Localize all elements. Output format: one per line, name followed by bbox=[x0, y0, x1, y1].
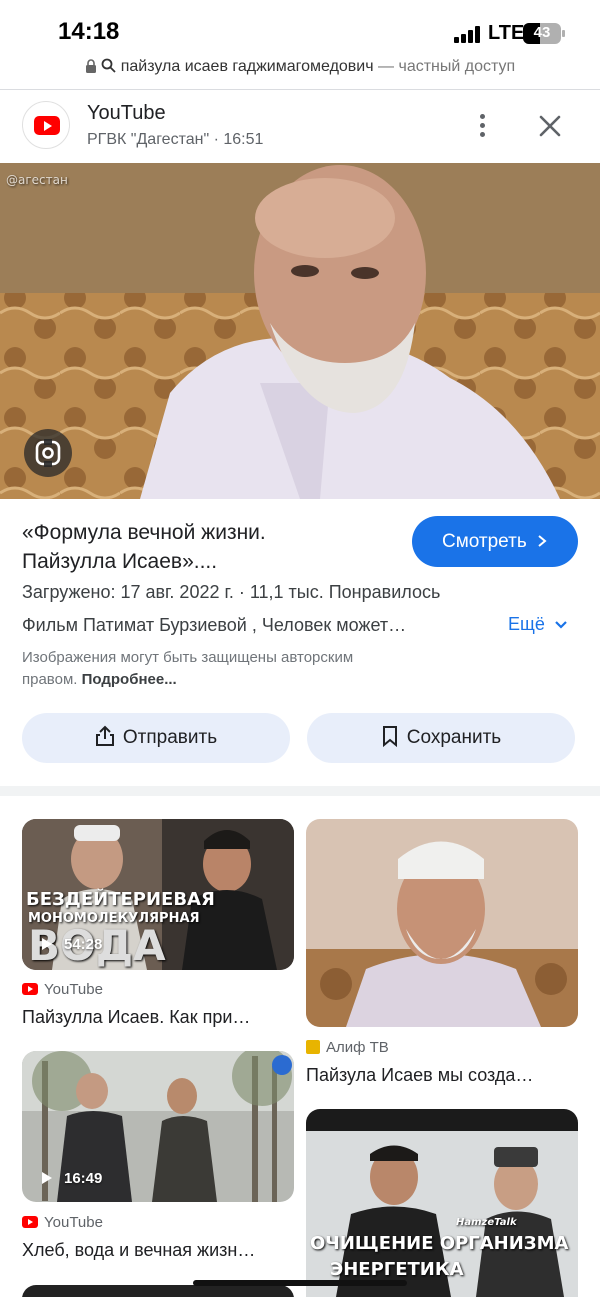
play-icon bbox=[42, 938, 52, 950]
alif-tv-logo-icon bbox=[306, 1040, 320, 1054]
youtube-logo-icon bbox=[22, 101, 70, 149]
related-source-1: YouTube bbox=[22, 981, 103, 998]
status-time: 14:18 bbox=[58, 18, 120, 45]
result-title-line2: Пайзулла Исаев».... bbox=[22, 550, 218, 573]
battery-level: 43 bbox=[533, 24, 551, 41]
copyright-learn-more-link[interactable]: Подробнее... bbox=[82, 671, 177, 688]
more-options-icon[interactable] bbox=[470, 111, 494, 141]
result-title[interactable]: «Формула вечной жизни. Пайзулла Исаев»..… bbox=[22, 518, 392, 576]
related-source-label: YouTube bbox=[44, 1214, 103, 1231]
thumbnail-overlay-line1: БЕЗДЕЙТЕРИЕВАЯ bbox=[26, 889, 215, 910]
share-button[interactable]: Отправить bbox=[22, 713, 290, 763]
related-title-1[interactable]: Пайзулла Исаев. Как при… bbox=[22, 1007, 250, 1028]
result-title-line1: «Формула вечной жизни. bbox=[22, 521, 266, 544]
lock-icon bbox=[85, 59, 96, 73]
thumbnail-overlay-line1: ОЧИЩЕНИЕ ОРГАНИЗМА bbox=[310, 1233, 569, 1254]
close-icon[interactable] bbox=[535, 111, 565, 141]
related-source-3: YouTube bbox=[22, 1214, 103, 1231]
save-button-label: Сохранить bbox=[406, 727, 502, 748]
battery-nub-icon bbox=[562, 30, 565, 37]
url-separator: — bbox=[378, 58, 395, 75]
private-mode-label: частный доступ bbox=[398, 58, 516, 75]
related-source-label: Алиф ТВ bbox=[326, 1039, 389, 1056]
search-query: пайзула исаев гаджимагомедович bbox=[120, 58, 374, 75]
copyright-line1: Изображения могут быть защищены авторски… bbox=[22, 649, 354, 666]
thumbnail-overlay-tag: HamzeTalk bbox=[456, 1217, 517, 1228]
section-divider bbox=[0, 786, 600, 796]
youtube-logo-icon bbox=[22, 983, 38, 995]
related-thumbnail-1[interactable]: БЕЗДЕЙТЕРИЕВАЯ МОНОМОЛЕКУЛЯРНАЯ ВОДА 54:… bbox=[22, 819, 294, 970]
source-name[interactable]: YouTube bbox=[87, 102, 166, 125]
thumbnail-overlay-line2: ЭНЕРГЕТИКА bbox=[330, 1259, 464, 1280]
watch-button-label: Смотреть bbox=[441, 531, 527, 552]
home-indicator[interactable] bbox=[193, 1280, 407, 1286]
related-thumbnail-5[interactable] bbox=[22, 1285, 294, 1297]
status-bar: 14:18 LTE 43 bbox=[0, 0, 600, 58]
youtube-logo-icon bbox=[22, 1216, 38, 1228]
more-button-label: Ещё bbox=[508, 614, 545, 634]
preview-image[interactable]: @агестан bbox=[0, 163, 600, 499]
watch-button[interactable]: Смотреть bbox=[412, 516, 578, 567]
copyright-line2: правом. bbox=[22, 671, 78, 688]
related-source-label: YouTube bbox=[44, 981, 103, 998]
lens-search-icon[interactable] bbox=[24, 429, 72, 477]
related-thumbnail-2[interactable] bbox=[306, 819, 578, 1027]
related-source-2: Алиф ТВ bbox=[306, 1039, 389, 1056]
result-description: Фильм Патимат Бурзиевой , Человек может… bbox=[22, 615, 407, 635]
bookmark-icon bbox=[382, 726, 397, 748]
url-bar[interactable]: пайзула исаев гаджимагомедович — частный… bbox=[0, 58, 600, 84]
related-thumbnail-4[interactable]: HamzeTalk ОЧИЩЕНИЕ ОРГАНИЗМА ЭНЕРГЕТИКА bbox=[306, 1109, 578, 1297]
source-channel: РГВК "Дагестан" · 16:51 bbox=[87, 131, 264, 148]
play-icon bbox=[42, 1172, 52, 1184]
search-icon bbox=[101, 58, 116, 73]
video-duration: 54:28 bbox=[64, 936, 103, 953]
chevron-right-icon bbox=[538, 535, 547, 547]
divider bbox=[0, 89, 600, 90]
save-button[interactable]: Сохранить bbox=[307, 713, 575, 763]
related-title-3[interactable]: Хлеб, вода и вечная жизн… bbox=[22, 1240, 255, 1261]
related-title-2[interactable]: Пайзула Исаев мы созда… bbox=[306, 1065, 533, 1086]
result-source-header: YouTube РГВК "Дагестан" · 16:51 bbox=[0, 93, 600, 161]
thumbnail-image bbox=[22, 1051, 294, 1202]
upload-info: Загружено: 17 авг. 2022 г. · 11,1 тыс. П… bbox=[22, 582, 441, 602]
copyright-notice: Изображения могут быть защищены авторски… bbox=[22, 647, 442, 691]
share-icon bbox=[95, 725, 114, 746]
battery-icon: 43 bbox=[523, 23, 561, 44]
share-button-label: Отправить bbox=[122, 727, 218, 748]
chevron-down-icon bbox=[555, 621, 567, 629]
more-button[interactable]: Ещё bbox=[508, 614, 568, 635]
portrait-image bbox=[0, 163, 600, 499]
video-duration: 16:49 bbox=[64, 1170, 103, 1187]
image-watermark: @агестан bbox=[6, 173, 68, 187]
signal-icon bbox=[454, 26, 482, 43]
related-thumbnail-3[interactable]: 16:49 bbox=[22, 1051, 294, 1202]
thumbnail-image bbox=[306, 819, 578, 1027]
network-label: LTE bbox=[488, 22, 525, 44]
